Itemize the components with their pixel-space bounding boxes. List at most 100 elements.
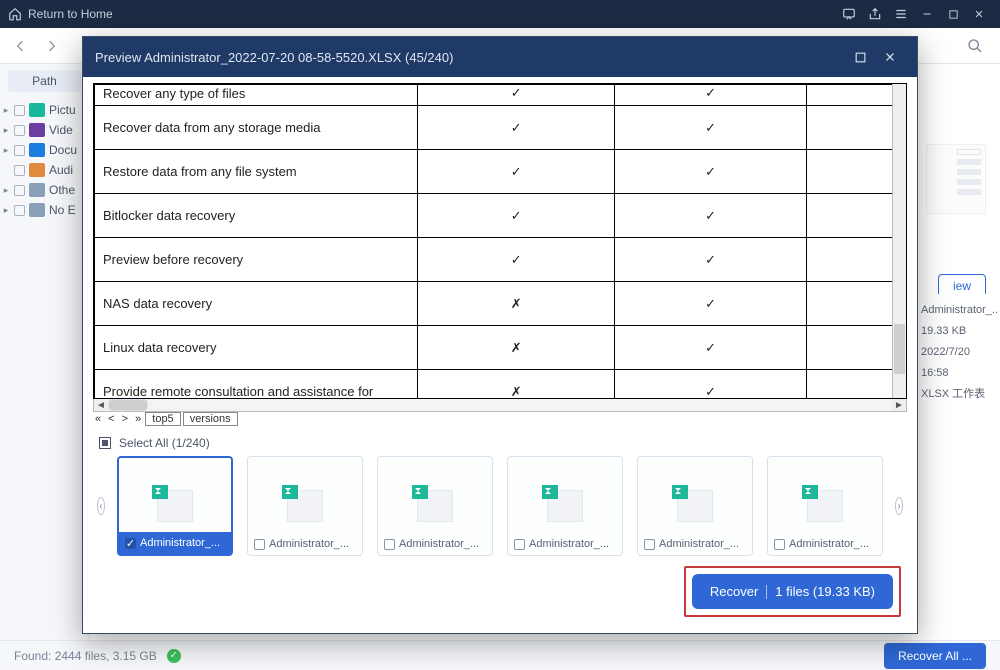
thumb-checkbox[interactable] bbox=[384, 539, 395, 550]
share-icon[interactable] bbox=[862, 1, 888, 27]
thumb-checkbox[interactable]: ✓ bbox=[125, 538, 136, 549]
col-a-cell: ✗ bbox=[418, 326, 615, 370]
detail-date: 2022/7/20 16:58 bbox=[921, 342, 994, 384]
modal-title: Preview Administrator_2022-07-20 08-58-5… bbox=[95, 50, 453, 65]
maximize-button[interactable] bbox=[940, 1, 966, 27]
detail-name: Administrator_.. bbox=[921, 300, 994, 321]
arrow-left-icon bbox=[13, 39, 27, 53]
thumbnail-item[interactable]: Administrator_... bbox=[507, 456, 623, 556]
col-b-cell: ✓ bbox=[615, 370, 807, 400]
thumb-label: Administrator_... bbox=[789, 538, 869, 550]
return-home-label: Return to Home bbox=[28, 7, 113, 21]
col-b-cell: ✓ bbox=[615, 238, 807, 282]
recover-button[interactable]: Recover 1 files (19.33 KB) bbox=[692, 574, 893, 609]
thumb-checkbox[interactable] bbox=[774, 539, 785, 550]
col-c-cell bbox=[807, 85, 906, 106]
sidebar-item-pictures[interactable]: ▸Pictu bbox=[0, 100, 89, 120]
status-ok-icon: ✓ bbox=[167, 649, 181, 663]
xlsx-file-icon bbox=[677, 490, 713, 522]
feature-cell: Bitlocker data recovery bbox=[95, 194, 418, 238]
feature-cell: Recover any type of files bbox=[95, 85, 418, 106]
scroll-right-icon[interactable]: ► bbox=[892, 400, 906, 411]
col-b-cell: ✓ bbox=[615, 85, 807, 106]
table-row: Linux data recovery✗✓ bbox=[95, 326, 906, 370]
return-home-button[interactable]: Return to Home bbox=[8, 7, 113, 21]
path-tab[interactable]: Path bbox=[8, 70, 81, 92]
col-a-cell: ✓ bbox=[418, 85, 615, 106]
table-row: Recover data from any storage media✓✓ bbox=[95, 106, 906, 150]
thumbnail-item[interactable]: Administrator_... bbox=[767, 456, 883, 556]
thumb-checkbox[interactable] bbox=[514, 539, 525, 550]
select-all-checkbox[interactable] bbox=[99, 437, 111, 449]
sheet-tab-versions[interactable]: versions bbox=[183, 412, 238, 426]
col-a-cell: ✓ bbox=[418, 106, 615, 150]
sidebar-item-audio[interactable]: Audi bbox=[0, 160, 89, 180]
thumb-label: Administrator_... bbox=[529, 538, 609, 550]
feature-cell: Provide remote consultation and assistan… bbox=[95, 370, 418, 400]
xlsx-file-icon bbox=[417, 490, 453, 522]
thumb-checkbox[interactable] bbox=[644, 539, 655, 550]
modal-body: Recover any type of files✓✓Recover data … bbox=[83, 77, 917, 566]
close-button[interactable] bbox=[966, 1, 992, 27]
nav-back-button[interactable] bbox=[10, 36, 30, 56]
file-preview-thumbnail bbox=[926, 144, 986, 214]
minimize-button[interactable] bbox=[914, 1, 940, 27]
table-row: Restore data from any file system✓✓ bbox=[95, 150, 906, 194]
arrow-right-icon bbox=[45, 39, 59, 53]
col-c-cell bbox=[807, 150, 906, 194]
status-bar: Found: 2444 files, 3.15 GB ✓ Recover All… bbox=[0, 640, 1000, 670]
recover-label: Recover bbox=[710, 584, 758, 599]
table-row: Provide remote consultation and assistan… bbox=[95, 370, 906, 400]
sheet-tab-bar: « < > » top5 versions bbox=[93, 412, 907, 426]
search-button[interactable] bbox=[960, 31, 990, 61]
table-row: Preview before recovery✓✓ bbox=[95, 238, 906, 282]
thumb-checkbox[interactable] bbox=[254, 539, 265, 550]
sheet-nav-buttons[interactable]: « < > » bbox=[95, 413, 143, 425]
col-a-cell: ✗ bbox=[418, 370, 615, 400]
spreadsheet-preview: Recover any type of files✓✓Recover data … bbox=[93, 83, 907, 399]
col-a-cell: ✓ bbox=[418, 238, 615, 282]
vertical-scrollbar[interactable] bbox=[892, 84, 906, 398]
thumbnail-item[interactable]: Administrator_... bbox=[637, 456, 753, 556]
modal-close-button[interactable] bbox=[875, 42, 905, 72]
feature-cell: NAS data recovery bbox=[95, 282, 418, 326]
feedback-icon[interactable] bbox=[836, 1, 862, 27]
table-row: Recover any type of files✓✓ bbox=[95, 85, 906, 106]
col-a-cell: ✓ bbox=[418, 194, 615, 238]
sidebar-item-videos[interactable]: ▸Vide bbox=[0, 120, 89, 140]
scroll-left-icon[interactable]: ◄ bbox=[94, 400, 108, 411]
preview-modal: Preview Administrator_2022-07-20 08-58-5… bbox=[82, 36, 918, 634]
col-c-cell bbox=[807, 194, 906, 238]
feature-table: Recover any type of files✓✓Recover data … bbox=[94, 84, 906, 399]
xlsx-file-icon bbox=[807, 490, 843, 522]
thumbnail-item[interactable]: Administrator_... bbox=[247, 456, 363, 556]
menu-icon[interactable] bbox=[888, 1, 914, 27]
recover-all-button[interactable]: Recover All ... bbox=[884, 643, 986, 669]
col-c-cell bbox=[807, 106, 906, 150]
sidebar-item-noext[interactable]: ▸No E bbox=[0, 200, 89, 220]
col-c-cell bbox=[807, 282, 906, 326]
col-b-cell: ✓ bbox=[615, 282, 807, 326]
col-c-cell bbox=[807, 238, 906, 282]
recover-highlight: Recover 1 files (19.33 KB) bbox=[684, 566, 901, 617]
gallery-next-button[interactable]: › bbox=[895, 497, 903, 515]
col-c-cell bbox=[807, 370, 906, 400]
status-found-text: Found: 2444 files, 3.15 GB bbox=[14, 649, 157, 663]
sheet-tab-top5[interactable]: top5 bbox=[145, 412, 180, 426]
thumb-label: Administrator_... bbox=[269, 538, 349, 550]
sidebar: Path ▸Pictu ▸Vide ▸Docu Audi ▸Othe ▸No E bbox=[0, 64, 90, 640]
table-row: Bitlocker data recovery✓✓ bbox=[95, 194, 906, 238]
select-all-row[interactable]: Select All (1/240) bbox=[93, 426, 907, 456]
thumbnail-item[interactable]: Administrator_... bbox=[377, 456, 493, 556]
sidebar-item-documents[interactable]: ▸Docu bbox=[0, 140, 89, 160]
gallery-prev-button[interactable]: ‹ bbox=[97, 497, 105, 515]
thumbnail-item[interactable]: ✓Administrator_... bbox=[117, 456, 233, 556]
sidebar-item-other[interactable]: ▸Othe bbox=[0, 180, 89, 200]
horizontal-scrollbar[interactable]: ◄ ► bbox=[93, 399, 907, 412]
col-b-cell: ✓ bbox=[615, 150, 807, 194]
modal-maximize-button[interactable] bbox=[845, 42, 875, 72]
modal-header: Preview Administrator_2022-07-20 08-58-5… bbox=[83, 37, 917, 77]
xlsx-file-icon bbox=[547, 490, 583, 522]
nav-forward-button[interactable] bbox=[42, 36, 62, 56]
col-a-cell: ✗ bbox=[418, 282, 615, 326]
